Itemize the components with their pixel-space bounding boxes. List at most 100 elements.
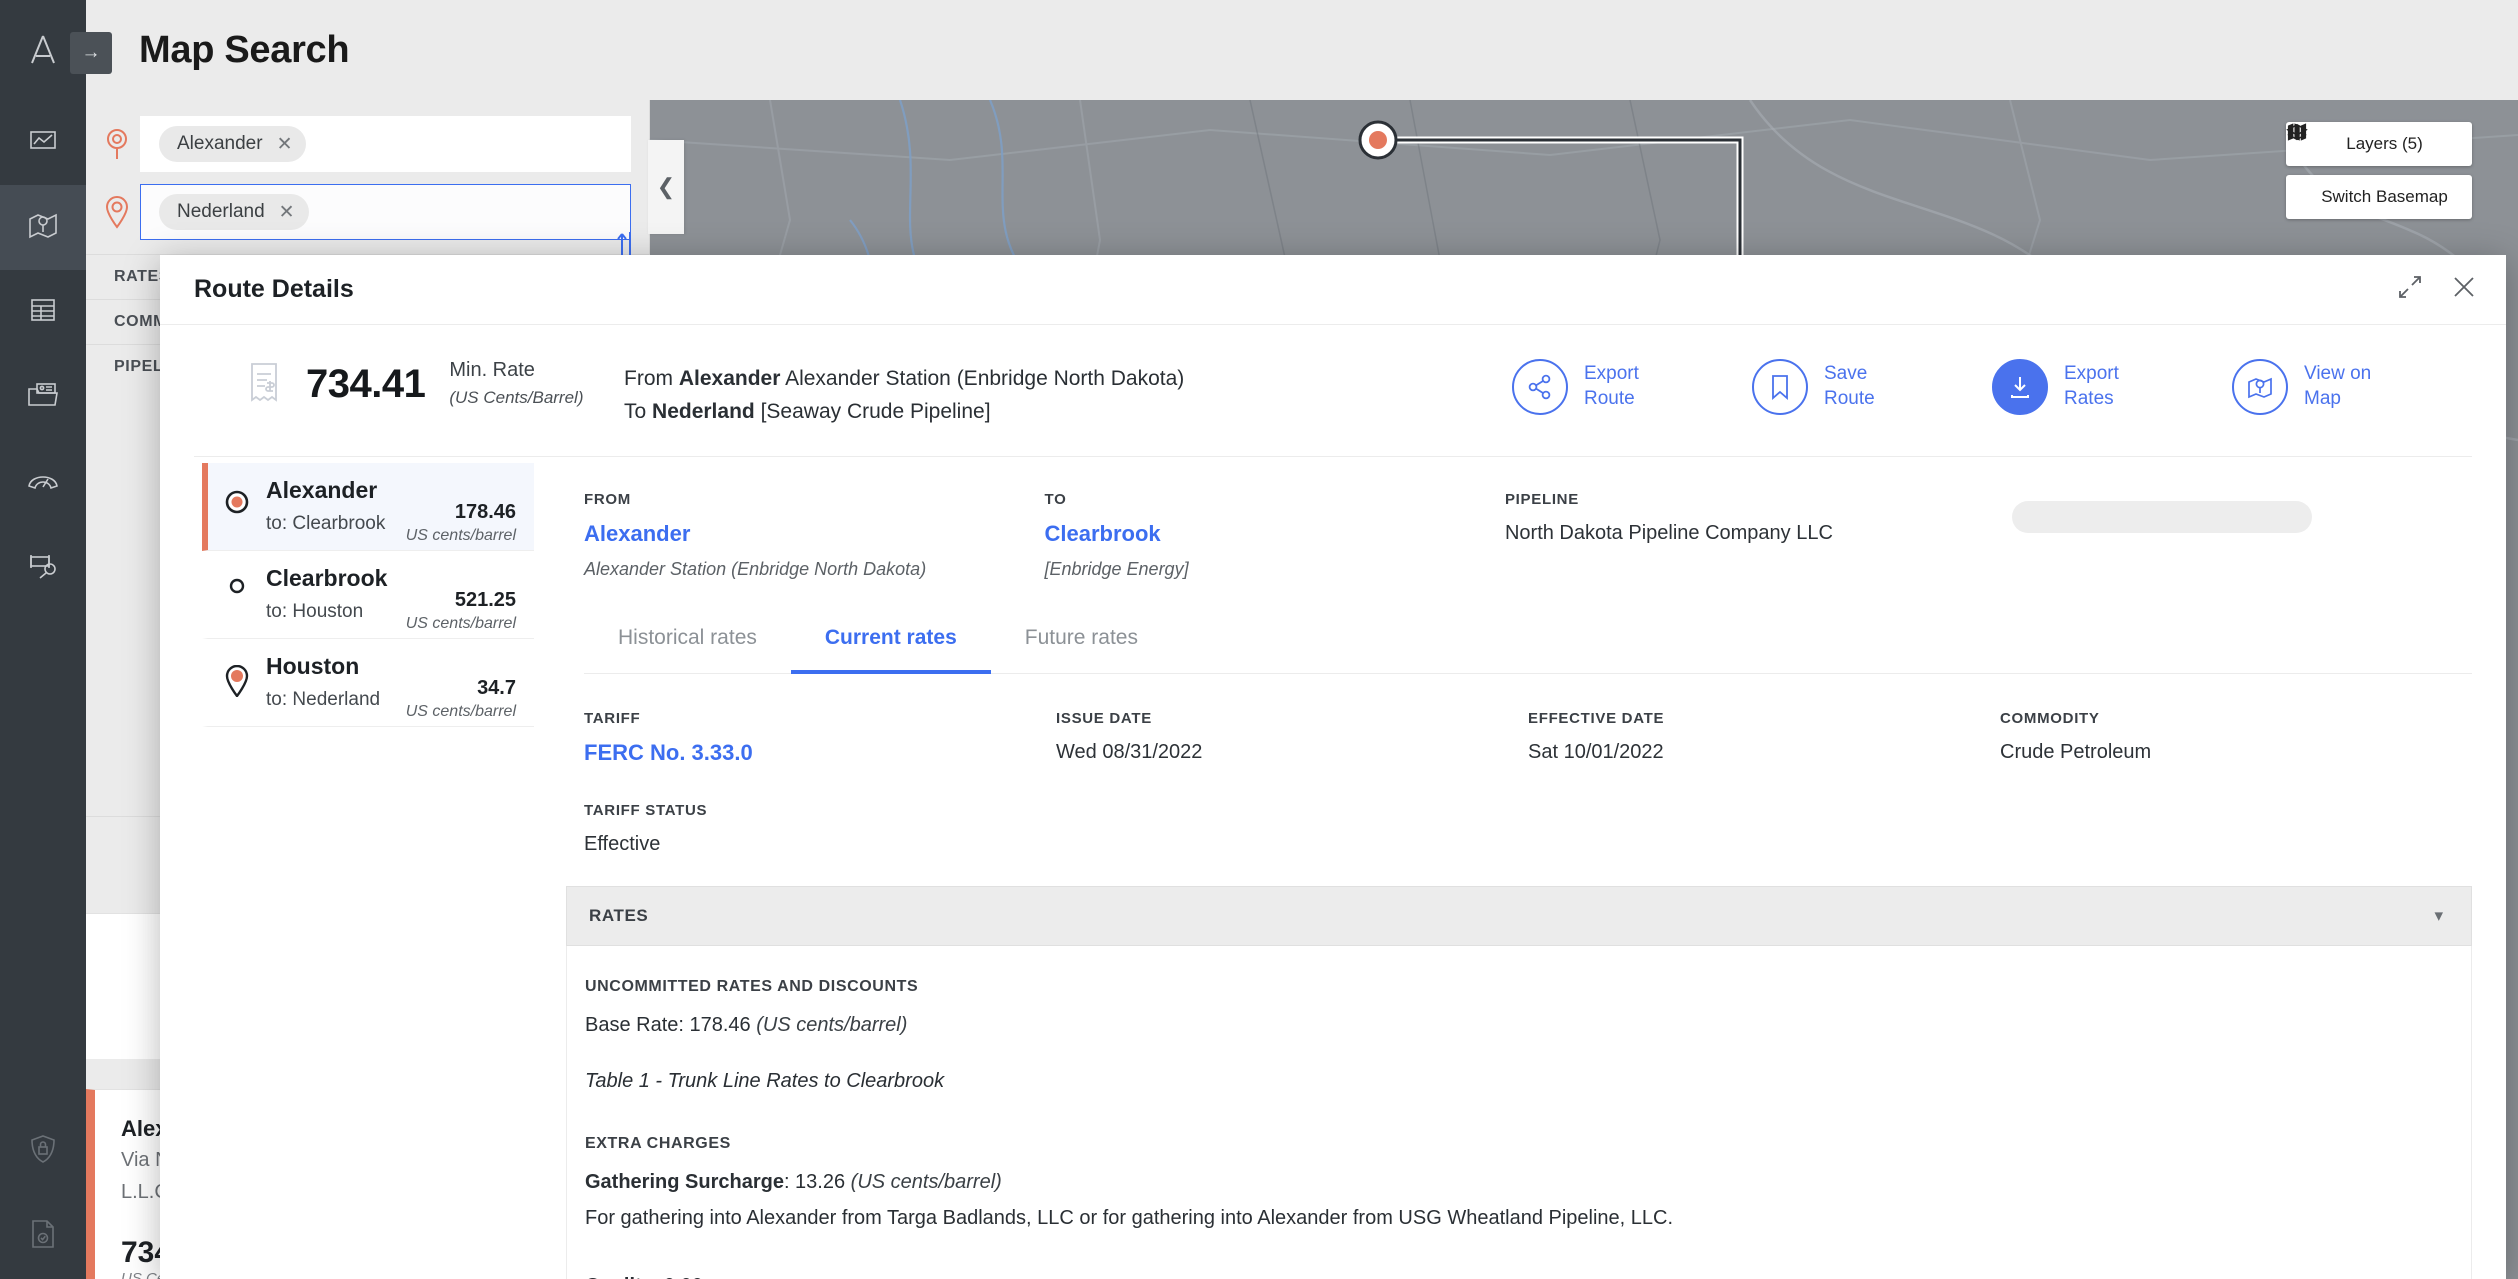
layers-button[interactable]: Layers (5) xyxy=(2286,122,2472,166)
to-detail: [Seaway Crude Pipeline] xyxy=(760,399,991,423)
sidebar-item-pipeline-lookup[interactable] xyxy=(0,525,86,610)
issue-date-col: ISSUE DATE Wed 08/31/2022 xyxy=(1056,710,1528,766)
modal-actions: Export Route Save Route Export Rates Vie… xyxy=(1512,357,2472,415)
origin-pin-icon xyxy=(94,127,140,161)
expand-modal-button[interactable] xyxy=(2398,275,2422,304)
to-prefix: To xyxy=(624,399,647,423)
commodity-value: Crude Petroleum xyxy=(2000,741,2152,764)
tab-current-rates[interactable]: Current rates xyxy=(790,614,991,675)
tariff-label: TARIFF xyxy=(584,710,641,728)
export-rates-button[interactable]: Export Rates xyxy=(1992,359,2232,415)
rates-section-title: RATES xyxy=(589,906,649,926)
tariff-status-value: Effective xyxy=(584,833,661,856)
tariff-status-label: TARIFF STATUS xyxy=(584,802,708,820)
export-route-button[interactable]: Export Route xyxy=(1512,359,1752,415)
pipeline-value: North Dakota Pipeline Company LLC xyxy=(1504,522,1833,545)
sidebar-rail xyxy=(0,0,86,1279)
from-prefix: From xyxy=(624,367,673,390)
route-leg-to: to: Clearbrook xyxy=(266,513,386,535)
close-icon[interactable]: ✕ xyxy=(277,133,293,156)
export-route-line1: Export xyxy=(1584,363,1639,385)
min-rate-block: 734.41 Min. Rate (US Cents/Barrel) xyxy=(194,357,624,411)
sidebar-item-saved-docs[interactable] xyxy=(0,1194,86,1279)
sidebar-item-gauge[interactable] xyxy=(0,440,86,525)
route-leg-value: 521.25 xyxy=(454,589,516,612)
origin-input[interactable]: Alexander ✕ xyxy=(140,116,631,172)
save-route-button[interactable]: Save Route xyxy=(1752,359,1992,415)
switch-basemap-button[interactable]: Switch Basemap xyxy=(2286,123,2472,219)
rates-section-toggle[interactable]: RATES ▾ xyxy=(566,886,2472,947)
effective-date-col: EFFECTIVE DATE Sat 10/01/2022 xyxy=(1528,710,2000,766)
min-rate-unit: (US Cents/Barrel) xyxy=(449,388,584,407)
rates-section-body: UNCOMMITTED RATES AND DISCOUNTS Base Rat… xyxy=(566,946,2472,1279)
route-leg-item[interactable]: Houston to: Nederland 34.7 US cents/barr… xyxy=(202,639,534,728)
sidebar-item-security[interactable] xyxy=(0,1109,86,1194)
tariff-details-row: TARIFF FERC No. 3.33.0 ISSUE DATE Wed 08… xyxy=(566,674,2472,766)
arrow-right-icon: → xyxy=(81,42,101,63)
view-on-map-line2: Map xyxy=(2304,388,2341,409)
min-rate-label: Min. Rate xyxy=(449,359,535,381)
download-icon xyxy=(1992,359,2048,415)
expand-rail-button[interactable]: → xyxy=(70,32,112,74)
sidebar-item-tables[interactable] xyxy=(0,270,86,355)
modal-body: Alexander to: Clearbrook 178.46 US cents… xyxy=(160,456,2506,1279)
origin-dot-icon xyxy=(208,477,266,515)
tariff-value-link[interactable]: FERC No. 3.33.0 xyxy=(584,740,1056,766)
base-rate-text: Base Rate: 178.46 xyxy=(585,1014,757,1037)
sidebar-item-documents[interactable] xyxy=(0,355,86,440)
sidebar-item-analytics[interactable] xyxy=(0,100,86,185)
origin-chip-label: Alexander xyxy=(177,133,263,154)
to-value-link[interactable]: Clearbrook xyxy=(1044,521,1504,547)
close-icon[interactable]: ✕ xyxy=(279,201,295,224)
shield-lock-icon xyxy=(29,1134,57,1169)
to-name: Nederland xyxy=(652,399,755,423)
modal-title: Route Details xyxy=(194,275,354,303)
tab-historical-rates[interactable]: Historical rates xyxy=(584,614,791,674)
origin-chip[interactable]: Alexander ✕ xyxy=(159,126,307,162)
map-pin-icon xyxy=(27,210,59,245)
view-on-map-button[interactable]: View on Map xyxy=(2232,359,2472,415)
leg-from-col: FROM Alexander Alexander Station (Enbrid… xyxy=(584,491,1044,580)
receipt-icon xyxy=(246,361,282,408)
collapse-panel-button[interactable]: ❮ xyxy=(648,140,684,234)
leg-to-col: TO Clearbrook [Enbridge Energy] xyxy=(1044,491,1504,580)
tariff-status-block: TARIFF STATUS Effective xyxy=(566,766,2472,856)
map-pin-icon xyxy=(2232,359,2288,415)
issue-date-value: Wed 08/31/2022 xyxy=(1056,741,1203,764)
route-details-modal: Route Details 734.41 Min. Rate (US Cents… xyxy=(160,255,2506,1279)
folder-card-icon xyxy=(27,381,59,414)
layers-label: Layers (5) xyxy=(2346,134,2423,153)
export-rates-line2: Rates xyxy=(2064,388,2114,409)
from-detail: Alexander Station (Enbridge North Dakota… xyxy=(785,367,1185,390)
min-rate-value: 734.41 xyxy=(306,361,426,406)
route-leg-item[interactable]: Alexander to: Clearbrook 178.46 US cents… xyxy=(202,463,534,552)
waypoint-dot-icon xyxy=(208,565,266,595)
issue-date-label: ISSUE DATE xyxy=(1056,710,1152,728)
destination-chip[interactable]: Nederland ✕ xyxy=(159,194,309,230)
route-leg-to: to: Houston xyxy=(266,601,364,623)
share-icon xyxy=(1512,359,1568,415)
destination-pin-icon xyxy=(94,195,140,229)
chevron-left-icon: ❮ xyxy=(656,174,676,199)
gathering-surcharge-unit: (US cents/barrel) xyxy=(850,1171,1002,1194)
route-leg-unit: US cents/barrel xyxy=(405,703,516,721)
table-note: Table 1 - Trunk Line Rates to Clearbrook xyxy=(585,1070,945,1093)
destination-input[interactable]: Nederland ✕ xyxy=(140,184,631,240)
tab-future-rates[interactable]: Future rates xyxy=(991,614,1172,674)
table-icon xyxy=(29,296,57,329)
effective-date-value: Sat 10/01/2022 xyxy=(1528,741,1664,764)
route-leg-item[interactable]: Clearbrook to: Houston 521.25 US cents/b… xyxy=(202,551,534,640)
expand-icon xyxy=(2398,275,2422,304)
tab-label: Current rates xyxy=(824,626,957,650)
save-route-line2: Route xyxy=(1824,388,1875,409)
export-route-line2: Route xyxy=(1584,388,1635,409)
leg-pipeline-col: PIPELINE North Dakota Pipeline Company L… xyxy=(1505,491,2012,580)
sidebar-item-map-search[interactable] xyxy=(0,185,86,270)
gathering-surcharge-note: For gathering into Alexander from Targa … xyxy=(585,1207,1674,1230)
close-modal-button[interactable] xyxy=(2452,275,2476,304)
rates-tabs: Historical rates Current rates Future ra… xyxy=(584,614,2472,675)
route-leg-name: Clearbrook xyxy=(266,565,388,592)
route-summary-text: From Alexander Alexander Station (Enbrid… xyxy=(624,357,1512,428)
from-value-link[interactable]: Alexander xyxy=(584,521,1044,547)
close-icon xyxy=(2452,275,2476,304)
